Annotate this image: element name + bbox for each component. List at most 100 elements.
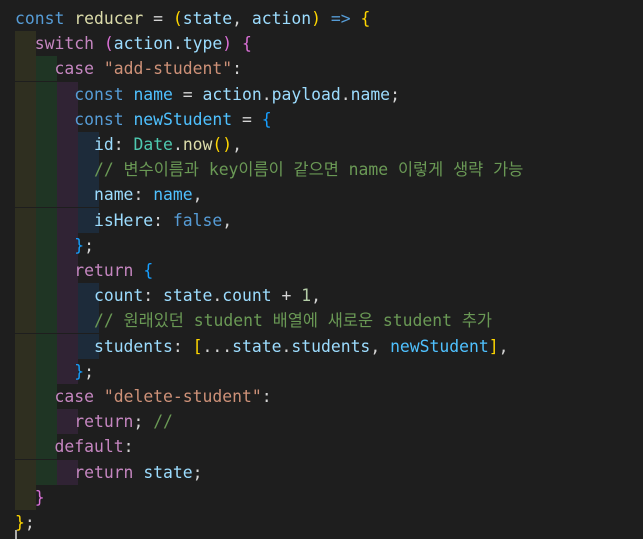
code-token: , <box>311 286 321 306</box>
code-token: } <box>74 361 85 381</box>
code-token: isHere <box>93 210 154 230</box>
code-token: ; <box>24 513 35 532</box>
code-token: { <box>360 9 371 28</box>
code-token: case <box>54 387 94 406</box>
code-token: () <box>212 135 233 154</box>
code-token: , <box>498 336 509 356</box>
code-token: = <box>143 9 173 28</box>
code-line[interactable]: case "delete-student": <box>15 384 271 409</box>
code-token: 1 <box>301 286 312 306</box>
code-line[interactable]: const newStudent = { <box>15 107 272 132</box>
code-line[interactable]: isHere: false, <box>15 208 232 233</box>
code-token: ) <box>222 34 233 54</box>
code-token: , <box>232 135 243 154</box>
code-token: students <box>93 336 173 356</box>
code-line[interactable]: case "add-student": <box>15 56 242 81</box>
code-token: default <box>54 437 124 457</box>
code-token: : <box>133 185 154 205</box>
code-token: : <box>113 135 134 154</box>
code-token: newStudent <box>390 336 489 356</box>
code-token: action <box>251 9 312 28</box>
code-line[interactable]: return; // <box>15 409 173 434</box>
code-token: students <box>291 336 371 356</box>
code-token: "delete-student" <box>103 387 262 406</box>
code-token: return <box>74 462 134 482</box>
code-token: : <box>153 210 173 230</box>
code-token: = <box>172 84 203 104</box>
code-token: ; <box>84 361 94 381</box>
code-token: now <box>182 135 213 154</box>
code-token: state <box>232 336 282 356</box>
code-token: = <box>232 109 262 129</box>
code-token: payload <box>271 84 341 104</box>
code-token: false <box>172 210 223 230</box>
code-line[interactable]: }; <box>15 359 94 384</box>
code-token: action <box>113 34 173 54</box>
code-token: const <box>74 84 124 104</box>
code-line[interactable]: default: <box>15 434 133 459</box>
code-token: name <box>153 185 193 205</box>
code-token: . <box>261 84 272 104</box>
code-token: const <box>15 9 65 28</box>
code-token: + <box>271 286 302 306</box>
code-token: ) <box>311 9 321 28</box>
code-line[interactable]: id: Date.now(), <box>15 132 242 157</box>
code-token: ( <box>172 9 183 28</box>
code-token: . <box>340 84 351 104</box>
code-line[interactable]: return state; <box>15 460 203 485</box>
code-line[interactable]: } <box>15 485 45 510</box>
code-token: name <box>350 84 391 104</box>
code-line[interactable]: count: state.count + 1, <box>15 283 321 308</box>
code-token: return <box>74 412 134 432</box>
code-token: { <box>261 109 272 129</box>
code-line[interactable]: // 변수이름과 key이름이 같으면 name 이렇게 생략 가능 <box>15 157 523 182</box>
code-token: . <box>281 336 292 356</box>
code-line[interactable]: students: [...state.students, newStudent… <box>15 334 509 359</box>
code-line[interactable]: switch (action.type) { <box>15 31 252 56</box>
code-line[interactable]: // 원래있던 student 배열에 새로운 student 추가 <box>15 308 492 333</box>
code-token: // 변수이름과 key이름이 같으면 name 이렇게 생략 가능 <box>93 160 524 180</box>
text-cursor <box>15 530 17 539</box>
code-line[interactable]: }; <box>15 233 94 258</box>
code-line[interactable]: const name = action.payload.name; <box>15 82 400 107</box>
code-token: ; <box>84 235 94 255</box>
code-token: ... <box>202 336 233 356</box>
code-token: name <box>93 185 134 205</box>
code-line[interactable]: return { <box>15 258 153 283</box>
code-line[interactable]: }; <box>15 510 35 535</box>
code-token: ; <box>390 84 400 104</box>
code-token: reducer <box>74 9 144 28</box>
code-token: . <box>172 135 183 154</box>
code-token: } <box>34 487 45 507</box>
code-token: count <box>222 286 272 306</box>
code-token: count <box>93 286 144 306</box>
code-token: , <box>370 336 391 356</box>
code-token: ; <box>192 462 203 482</box>
code-token: // <box>153 412 173 432</box>
code-token: case <box>54 59 94 79</box>
code-token: type <box>182 34 223 54</box>
code-editor[interactable]: const reducer = (state, action) => { swi… <box>0 0 643 539</box>
code-line[interactable]: name: name, <box>15 182 203 207</box>
code-token: { <box>242 34 252 54</box>
code-line[interactable]: const reducer = (state, action) => { <box>15 6 370 31</box>
code-token: "add-student" <box>103 59 233 79</box>
